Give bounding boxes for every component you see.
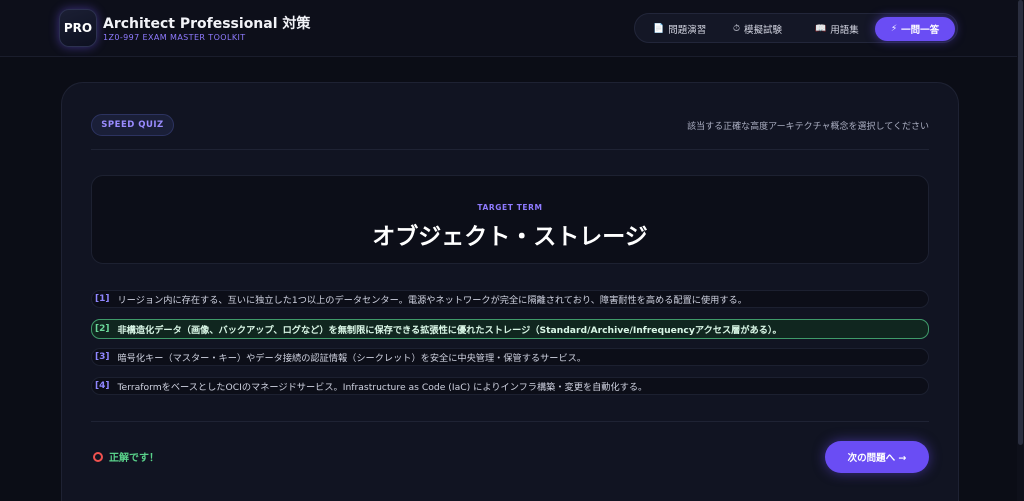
app-title: Architect Professional 対策 [103,16,311,32]
result-text: 正解です！ [109,453,159,464]
app-subtitle: 1Z0-997 EXAM MASTER TOOLKIT [103,33,246,42]
mode-badge: SPEED QUIZ [91,114,174,136]
option-number: [3] [95,352,110,362]
answer-option-2[interactable]: [2] 非構造化データ（画像、バックアップ、ログなど）を無制限に保存できる拡張性… [91,319,929,339]
option-number: [2] [95,324,110,334]
document-icon: 📄 [653,23,665,34]
scrollbar-thumb[interactable] [1018,0,1023,445]
option-text: TerraformをベースとしたOCIのマネージドサービス。Infrastruc… [117,382,648,393]
divider [91,421,929,422]
lightning-icon: ⚡ [890,23,898,34]
quiz-instruction: 該当する正確な高度アーキテクチャ概念を選択してください [687,122,929,132]
option-text: 非構造化データ（画像、バックアップ、ログなど）を無制限に保存できる拡張性に優れた… [117,325,782,336]
book-icon: 📖 [815,23,827,34]
timer-icon: ⏱ [733,23,741,34]
nav-item-speed-quiz[interactable]: ⚡ 一問一答 [875,17,955,41]
option-number: [4] [95,381,110,391]
nav-item-label: 一問一答 [901,25,940,36]
result-message: 正解です！ [93,449,159,464]
nav-item-label: 問題演習 [668,25,707,36]
nav-item-label: 用語集 [830,25,859,36]
main-nav: 📄 問題演習 ⏱ 模擬試験 📖 用語集 ⚡ 一問一答 [634,13,958,43]
nav-item-practice[interactable]: 📄 問題演習 [645,17,714,41]
nav-item-mock-exam[interactable]: ⏱ 模擬試験 [725,17,790,41]
app-logo[interactable]: PRO [59,9,97,47]
answer-option-4[interactable]: [4] TerraformをベースとしたOCIのマネージドサービス。Infras… [91,377,929,395]
answer-option-3[interactable]: [3] 暗号化キー（マスター・キー）やデータ接続の認証情報（シークレット）を安全… [91,348,929,366]
correct-circle-icon [93,451,103,462]
nav-item-glossary[interactable]: 📖 用語集 [807,17,867,41]
divider [91,149,929,150]
answer-option-1[interactable]: [1] リージョン内に存在する、互いに独立した1つ以上のデータセンター。電源やネ… [91,290,929,308]
target-term-label: TARGET TERM [477,203,543,212]
app-header: PRO Architect Professional 対策 1Z0-997 EX… [0,0,1024,57]
option-text: 暗号化キー（マスター・キー）やデータ接続の認証情報（シークレット）を安全に中央管… [117,353,587,364]
option-number: [1] [95,294,110,304]
target-term-panel: TARGET TERM オブジェクト・ストレージ [91,175,929,264]
target-term: オブジェクト・ストレージ [372,224,648,250]
next-question-button[interactable]: 次の問題へ → [825,441,929,473]
nav-item-label: 模擬試験 [744,25,783,36]
quiz-card: SPEED QUIZ 該当する正確な高度アーキテクチャ概念を選択してください T… [61,82,959,501]
option-text: リージョン内に存在する、互いに独立した1つ以上のデータセンター。電源やネットワー… [117,295,747,306]
page-scrollbar[interactable] [1017,0,1024,501]
